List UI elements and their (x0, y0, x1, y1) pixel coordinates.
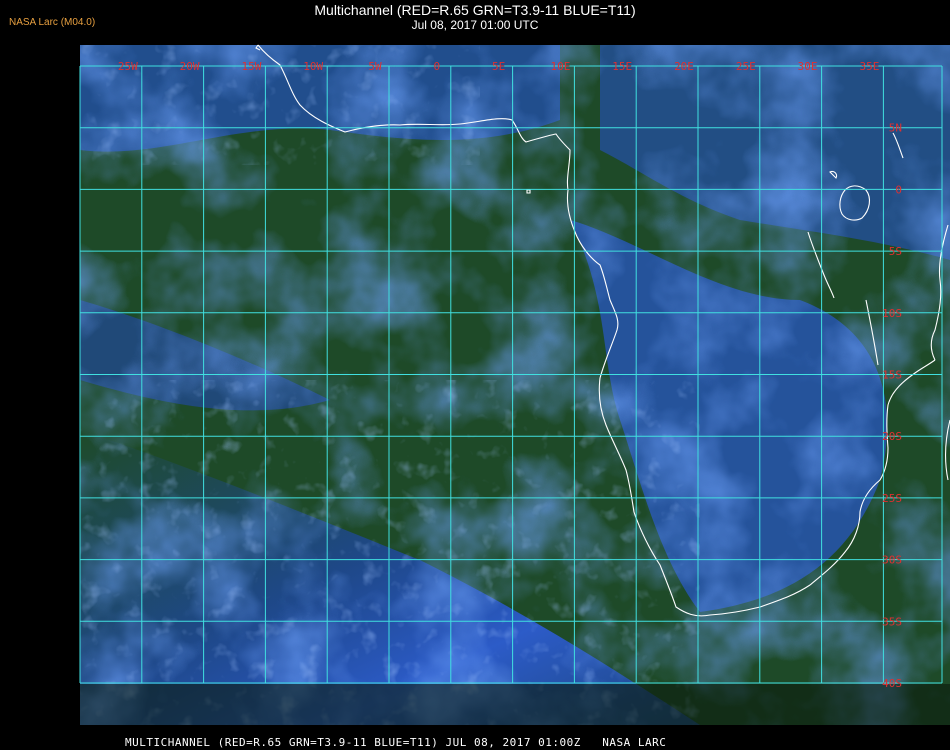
longitude-label: 5E (492, 60, 505, 73)
longitude-label: 15E (612, 60, 632, 73)
longitude-label: 5W (368, 60, 382, 73)
satellite-imagery (80, 45, 950, 725)
longitude-label: 10E (550, 60, 570, 73)
latitude-label: 5N (889, 122, 902, 135)
longitude-label: 25E (736, 60, 756, 73)
longitude-label: 0 (433, 60, 440, 73)
footer-caption: MULTICHANNEL (RED=R.65 GRN=T3.9-11 BLUE=… (125, 736, 667, 749)
latitude-label: 25S (882, 492, 902, 505)
latitude-label: 30S (882, 554, 902, 567)
latitude-label: 5S (889, 245, 902, 258)
latitude-label: 35S (882, 615, 902, 628)
satellite-map: 25W 20W 15W 10W 5W 0 5E 10E 15E 20E 25E 30E 35E 5N 0 5… (79, 44, 950, 725)
longitude-label: 20W (180, 60, 200, 73)
latitude-label: 10S (882, 307, 902, 320)
longitude-label: 20E (674, 60, 694, 73)
longitude-label: 30E (798, 60, 818, 73)
longitude-label: 15W (241, 60, 261, 73)
latitude-label: 20S (882, 430, 902, 443)
longitude-label: 25W (118, 60, 138, 73)
longitude-label: 10W (303, 60, 323, 73)
longitude-label: 35E (859, 60, 879, 73)
latitude-label: 40S (882, 677, 902, 690)
latitude-label: 15S (882, 369, 902, 382)
latitude-label: 0 (895, 183, 902, 196)
